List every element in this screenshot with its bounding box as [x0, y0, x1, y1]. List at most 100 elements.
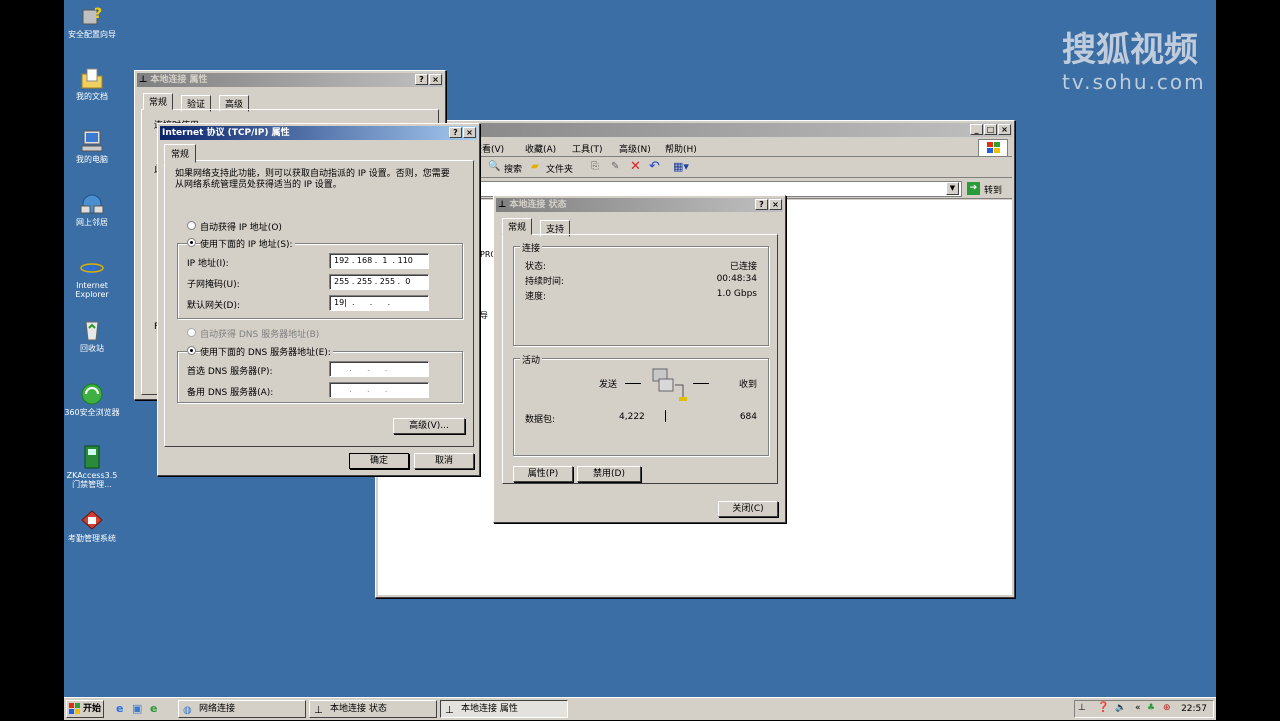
description-text: 如果网络支持此功能，则可以获取自动指派的 IP 设置。否则，您需要从网络系统管理… — [175, 169, 450, 190]
network-places-icon — [79, 192, 105, 216]
ok-button[interactable]: 确定 — [349, 453, 409, 469]
tray-shield-icon[interactable]: ♣ — [1147, 703, 1155, 713]
tray-expand-icon[interactable]: « — [1135, 703, 1141, 713]
menu-tools[interactable]: 工具(T) — [572, 142, 603, 155]
activity-group: 活动 — [513, 353, 769, 456]
quicklaunch-ie-icon[interactable]: e — [116, 702, 123, 715]
preferred-dns-field[interactable]: . . . — [329, 361, 429, 377]
close-button[interactable]: × — [463, 127, 476, 138]
search-icon: 🔍 — [488, 161, 501, 172]
tray-volume-icon[interactable]: 🔈 — [1115, 703, 1126, 713]
menu-help[interactable]: 帮助(H) — [665, 142, 697, 155]
help-button[interactable]: ? — [449, 127, 462, 138]
tab-general[interactable]: 常规 — [164, 144, 197, 163]
help-button[interactable]: ? — [415, 74, 428, 85]
network-folder-icon: ◍ — [183, 705, 192, 716]
status-value: 已连接 — [729, 262, 757, 272]
windows-start-icon — [69, 703, 81, 715]
desktop-icon-internet-explorer[interactable]: e Internet Explorer — [62, 255, 122, 299]
desktop-icon-security-wizard[interactable]: ? 安全配置向导 — [62, 4, 122, 39]
status-titlebar[interactable]: ⊥ 本地连接 状态 ? × — [496, 198, 783, 212]
folders-button[interactable]: 文件夹 — [546, 162, 573, 175]
search-button[interactable]: 搜索 — [504, 162, 522, 175]
network-connection-icon: ⊥ — [445, 705, 454, 716]
my-computer-icon — [79, 129, 105, 153]
start-button[interactable]: 开始 — [66, 700, 104, 718]
speed-value: 1.0 Gbps — [716, 289, 757, 299]
duration-value: 00:48:34 — [716, 274, 757, 284]
tcpip-panel: 如果网络支持此功能，则可以获取自动指派的 IP 设置。否则，您需要从网络系统管理… — [164, 160, 474, 447]
alternate-dns-field[interactable]: . . . — [329, 382, 429, 398]
minimize-button[interactable]: _ — [970, 124, 983, 135]
clock: 22:57 — [1181, 704, 1207, 714]
security-wizard-icon: ? — [79, 4, 105, 28]
copy-to-icon[interactable]: ✎ — [611, 161, 619, 172]
desktop-icon-my-documents[interactable]: 我的文档 — [62, 66, 122, 101]
recycle-bin-icon — [79, 318, 105, 342]
tab-general[interactable]: 常规 — [502, 218, 533, 235]
svg-text:e: e — [84, 256, 97, 279]
network-connection-icon: ⊥ — [139, 75, 148, 85]
desktop-icon-360-browser[interactable]: 360安全浏览器 — [62, 382, 122, 417]
tcpip-titlebar[interactable]: Internet 协议 (TCP/IP) 属性 ? × — [160, 126, 477, 140]
svg-text:?: ? — [94, 6, 102, 22]
sent-line — [625, 383, 641, 384]
packets-received-value: 684 — [739, 412, 757, 422]
desktop-icon-network-places[interactable]: 网上邻居 — [62, 192, 122, 227]
manual-dns-radio[interactable] — [187, 346, 196, 355]
close-button[interactable]: × — [769, 199, 782, 210]
folders-icon: ▰ — [531, 161, 539, 172]
system-tray: ⊥ ❓ 🔈 « ♣ ⊕ 22:57 — [1074, 700, 1214, 718]
tray-help-icon[interactable]: ❓ — [1097, 702, 1109, 713]
properties-titlebar[interactable]: ⊥ 本地连接 属性 ? × — [137, 73, 443, 87]
task-connection-status[interactable]: ⊥ 本地连接 状态 — [309, 700, 437, 718]
manual-ip-radio[interactable] — [187, 238, 196, 247]
quicklaunch-desktop-icon[interactable]: ▣ — [132, 702, 142, 715]
close-button[interactable]: × — [998, 124, 1011, 135]
properties-button[interactable]: 属性(P) — [513, 466, 573, 482]
received-line — [693, 383, 709, 384]
cancel-button[interactable]: 取消 — [414, 453, 474, 469]
maximize-button[interactable]: □ — [984, 124, 997, 135]
task-network-connections[interactable]: ◍ 网络连接 — [178, 700, 306, 718]
network-connection-icon: ⊥ — [314, 705, 323, 716]
delete-icon[interactable]: ✕ — [630, 159, 641, 174]
taskbar: 开始 e ▣ e ◍ 网络连接 ⊥ 本地连接 状态 ⊥ 本地连接 属性 ⊥ ❓ … — [64, 697, 1216, 720]
tray-network-icon[interactable]: ⊥ — [1078, 703, 1086, 713]
subnet-mask-field[interactable]: 255 . 255 . 255 . 0 — [329, 274, 429, 290]
network-activity-icon — [649, 365, 689, 405]
auto-ip-radio[interactable] — [187, 221, 196, 230]
zkaccess-icon — [79, 445, 105, 469]
menu-favorites[interactable]: 收藏(A) — [525, 142, 556, 155]
desktop-icon-zkaccess[interactable]: ZKAccess3.5 门禁管理... — [62, 445, 122, 489]
auto-dns-radio[interactable] — [187, 328, 196, 337]
close-button[interactable]: × — [429, 74, 442, 85]
tcpip-properties-dialog[interactable]: Internet 协议 (TCP/IP) 属性 ? × 常规 如果网络支持此功能… — [157, 123, 480, 476]
360-browser-icon — [79, 382, 105, 406]
address-dropdown-icon[interactable]: ▼ — [946, 182, 959, 195]
disable-button[interactable]: 禁用(D) — [577, 466, 641, 482]
menu-advanced[interactable]: 高级(N) — [619, 142, 651, 155]
connection-status-window[interactable]: ⊥ 本地连接 状态 ? × 常规 支持 连接 状态: 已连接 持续时间: 00:… — [493, 195, 786, 523]
ip-address-field[interactable]: 192 . 168 . 1 . 110 — [329, 253, 429, 269]
go-button[interactable]: 转到 — [984, 183, 1002, 196]
tray-antivirus-icon[interactable]: ⊕ — [1163, 703, 1171, 713]
desktop-icon-recycle-bin[interactable]: 回收站 — [62, 318, 122, 353]
tab-general[interactable]: 常规 — [143, 93, 174, 110]
help-button[interactable]: ? — [755, 199, 768, 210]
views-icon[interactable]: ▦▾ — [673, 160, 689, 173]
status-panel: 连接 状态: 已连接 持续时间: 00:48:34 速度: 1.0 Gbps 活… — [502, 234, 778, 484]
packets-sent-value: 4,222 — [619, 412, 645, 422]
quicklaunch-360-icon[interactable]: e — [150, 702, 157, 715]
desktop-icon-attendance[interactable]: 考勤管理系统 — [62, 508, 122, 543]
task-connection-properties[interactable]: ⊥ 本地连接 属性 — [440, 700, 568, 718]
move-to-icon[interactable]: ⎘ — [591, 161, 599, 172]
my-documents-icon — [79, 66, 105, 90]
undo-icon[interactable]: ↶ — [649, 159, 660, 174]
internet-explorer-icon: e — [79, 255, 105, 280]
advanced-button[interactable]: 高级(V)... — [393, 418, 465, 434]
go-arrow-icon: ➔ — [967, 182, 980, 195]
close-dialog-button[interactable]: 关闭(C) — [718, 501, 778, 517]
desktop-icon-my-computer[interactable]: 我的电脑 — [62, 129, 122, 164]
default-gateway-field[interactable]: 19| . . . — [329, 295, 429, 311]
